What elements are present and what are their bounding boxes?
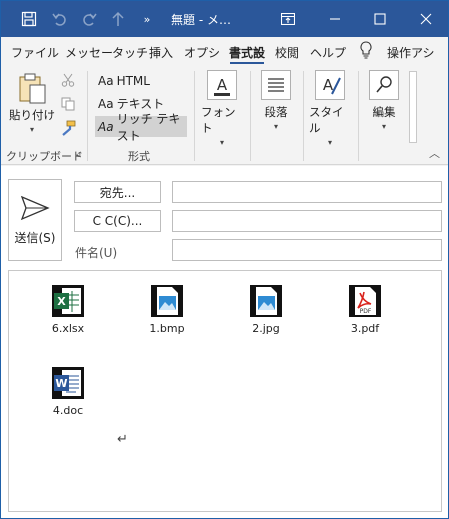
paragraph-button[interactable]: 段落 ▾ [256, 70, 296, 131]
font-icon: A [207, 70, 237, 100]
text-cursor: ↵ [117, 432, 128, 447]
collapse-ribbon-icon[interactable]: ︿ [429, 145, 440, 161]
paragraph-icon [261, 70, 291, 100]
tab-format-text[interactable]: 書式設 [229, 44, 265, 61]
svg-text:A: A [217, 76, 228, 94]
chevron-down-icon: ▾ [29, 125, 34, 134]
svg-text:X: X [57, 295, 66, 308]
paste-icon [19, 73, 46, 104]
attachment-item[interactable]: 1.bmp [137, 285, 197, 335]
cut-icon[interactable] [61, 73, 75, 90]
send-icon [20, 195, 50, 220]
group-separator [87, 71, 88, 161]
image-file-icon [151, 285, 183, 317]
chevron-down-icon: ▾ [273, 122, 278, 131]
format-richtext-option[interactable]: Aa リッチ テキスト [95, 112, 187, 143]
chevron-down-icon: ▾ [219, 138, 224, 147]
ribbon-display-options-icon[interactable] [271, 1, 305, 37]
attachment-item[interactable]: W 4.doc [38, 367, 98, 417]
edit-button[interactable]: 編集 ▾ [365, 70, 403, 131]
tab-file[interactable]: ファイル [11, 44, 59, 61]
svg-text:PDF: PDF [360, 308, 372, 315]
chevron-down-icon: ▾ [327, 138, 332, 147]
message-body[interactable]: X 6.xlsx 1.bmp 2.jpg PDF 3.pdf W 4.doc ↵ [8, 270, 442, 512]
svg-text:W: W [55, 377, 67, 390]
search-icon [369, 70, 399, 100]
attachment-item[interactable]: X 6.xlsx [38, 285, 98, 335]
ribbon-tabs: ファイル メッセー タッチ 挿入 オプシ 書式設 校閲 ヘルプ 操作アシ [1, 37, 448, 65]
lightbulb-icon[interactable] [359, 41, 373, 62]
subject-label: 件名(U) [75, 246, 118, 260]
excel-file-icon: X [52, 285, 84, 317]
font-button[interactable]: A フォント ▾ [201, 70, 243, 147]
word-file-icon: W [52, 367, 84, 399]
compose-area: 送信(S) 宛先... C C(C)... 件名(U) X 6.xlsx 1.b… [1, 166, 448, 518]
more-icon[interactable]: » [136, 1, 158, 37]
up-arrow-icon[interactable] [105, 1, 131, 37]
attachment-item[interactable]: 2.jpg [236, 285, 296, 335]
redo-icon[interactable] [76, 1, 102, 37]
attachment-item[interactable]: PDF 3.pdf [335, 285, 395, 335]
minimize-icon[interactable] [313, 1, 357, 37]
svg-text:A: A [323, 76, 334, 94]
outlook-message-window: » 無題 - メ… ファイル メッセー タッチ 挿入 オプシ 書式設 校閲 ヘル… [0, 0, 449, 519]
save-icon[interactable] [15, 1, 43, 37]
format-group-label: 形式 [128, 150, 150, 163]
undo-icon[interactable] [47, 1, 73, 37]
tab-review[interactable]: 校閲 [275, 44, 299, 61]
ribbon: 貼り付け ▾ クリップボード ⊿ Aa HTML Aa テキスト Aa リッチ … [1, 65, 448, 165]
cc-field[interactable] [172, 210, 442, 232]
tab-tell-me[interactable]: 操作アシ [387, 44, 435, 61]
clipboard-group-label: クリップボード [6, 150, 83, 163]
dialog-launcher-icon[interactable]: ⊿ [74, 150, 82, 160]
tab-insert[interactable]: 挿入 [149, 44, 173, 61]
tab-options[interactable]: オプシ [184, 44, 220, 61]
group-separator [194, 71, 195, 161]
tab-message[interactable]: メッセー [65, 44, 113, 61]
cc-button[interactable]: C C(C)... [74, 210, 161, 232]
format-html-option[interactable]: Aa HTML [95, 70, 187, 91]
tab-touch[interactable]: タッチ [112, 44, 148, 61]
styles-icon: A [315, 70, 345, 100]
pdf-file-icon: PDF [349, 285, 381, 317]
to-field[interactable] [172, 181, 442, 203]
tab-help[interactable]: ヘルプ [310, 44, 346, 61]
subject-field[interactable] [172, 239, 442, 261]
image-file-icon [250, 285, 282, 317]
to-button[interactable]: 宛先... [74, 181, 161, 203]
close-icon[interactable] [403, 1, 448, 37]
group-separator [303, 71, 304, 161]
title-bar: » 無題 - メ… [1, 1, 448, 37]
group-separator [250, 71, 251, 161]
group-separator [358, 71, 359, 161]
window-title: 無題 - メ… [171, 13, 231, 27]
copy-icon[interactable] [61, 97, 75, 114]
chevron-down-icon: ▾ [381, 122, 386, 131]
style-button[interactable]: A スタイル ▾ [309, 70, 351, 147]
maximize-icon[interactable] [358, 1, 402, 37]
paste-button[interactable]: 貼り付け ▾ [9, 73, 55, 134]
paste-label: 貼り付け [9, 108, 55, 122]
send-button[interactable]: 送信(S) [8, 179, 62, 261]
ribbon-scroll[interactable] [409, 71, 417, 143]
format-painter-icon[interactable] [60, 120, 76, 139]
active-tab-underline [230, 62, 264, 64]
